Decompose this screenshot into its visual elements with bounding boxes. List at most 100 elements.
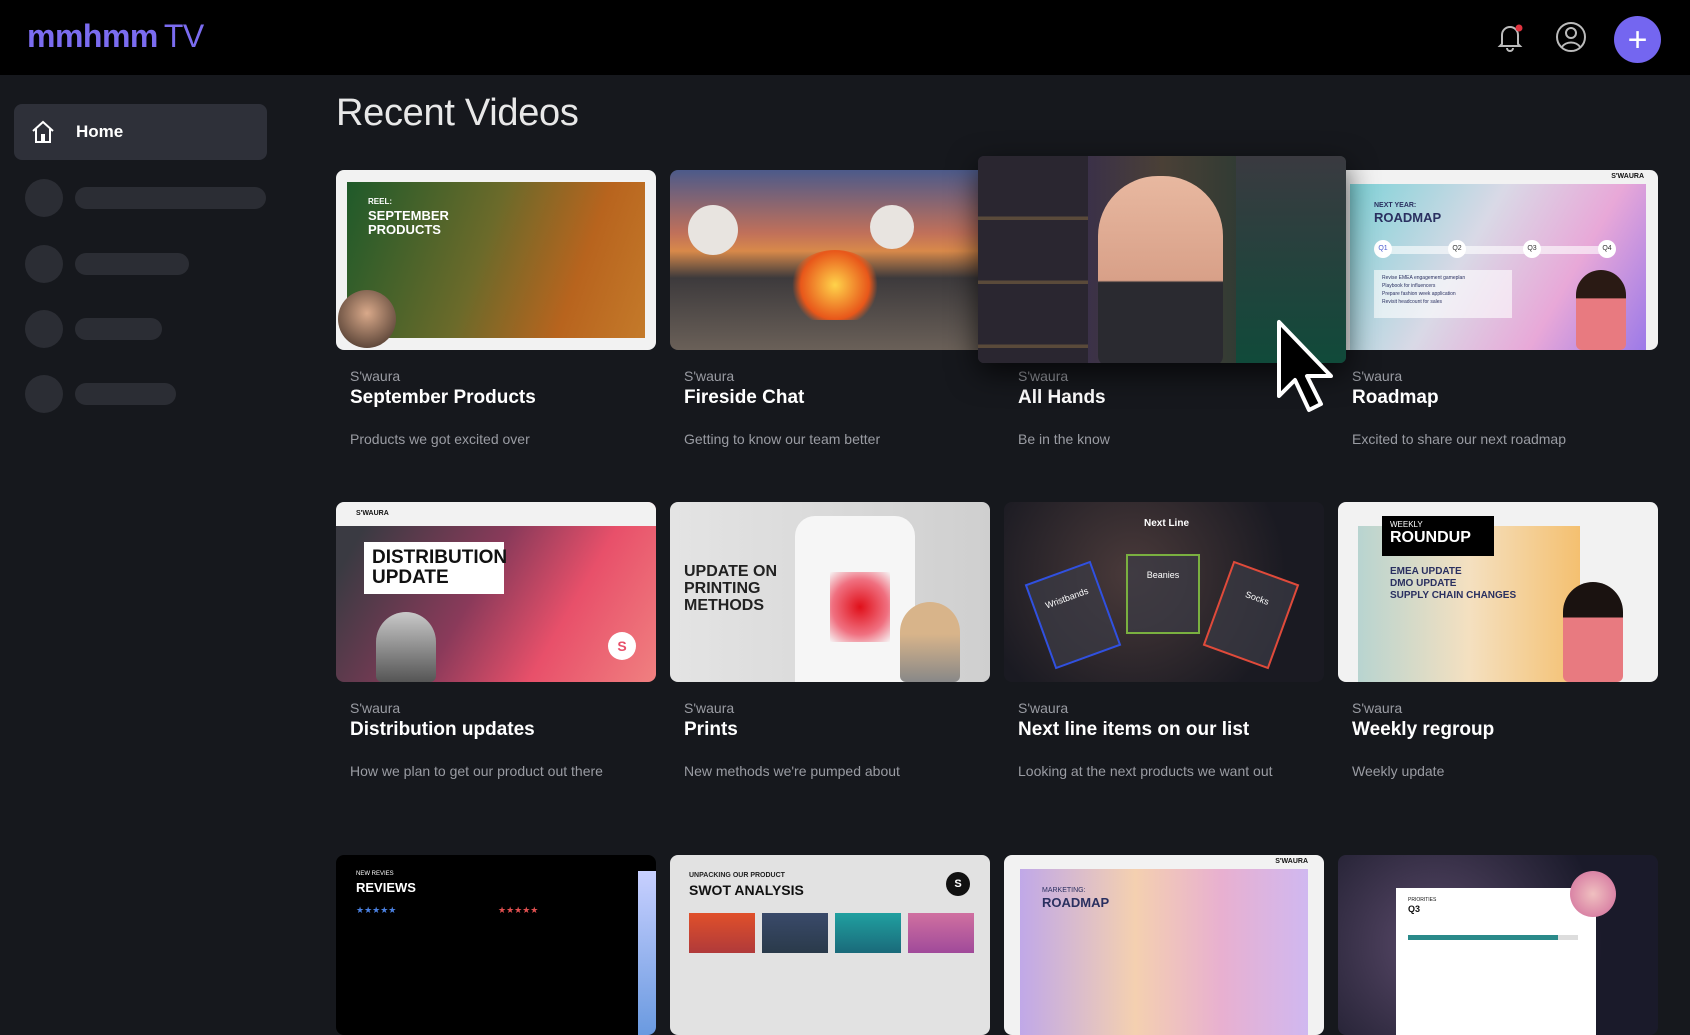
video-description: Getting to know our team better: [684, 431, 881, 447]
video-title[interactable]: Next line items on our list: [1018, 719, 1324, 741]
video-card[interactable]: S'WAURA DISTRIBUTION UPDATE S S'waura Dis…: [336, 502, 656, 779]
video-thumbnail[interactable]: [670, 170, 990, 350]
video-description: Be in the know: [1018, 431, 1110, 447]
thumb-text: WEEKLY: [1390, 520, 1423, 529]
plus-icon: +: [1627, 20, 1648, 59]
video-title[interactable]: Weekly regroup: [1352, 719, 1658, 741]
thumb-text: NEXT YEAR:: [1374, 202, 1417, 209]
skeleton-bar: [75, 253, 189, 275]
thumb-text: Q3: [1523, 240, 1541, 258]
video-thumbnail[interactable]: WEEKLY ROUNDUP EMEA UPDATE DMO UPDATE SUPP…: [1338, 502, 1658, 682]
add-button[interactable]: +: [1614, 16, 1661, 63]
home-icon: [32, 120, 54, 143]
video-card[interactable]: UNPACKING OUR PRODUCT SWOT ANALYSIS S: [670, 855, 990, 1035]
thumb-text: S'WAURA: [1611, 173, 1644, 180]
logo-tv: TV: [163, 18, 204, 54]
mouse-cursor-icon: [1277, 320, 1333, 412]
page-title: Recent Videos: [336, 92, 579, 134]
video-thumbnail[interactable]: S'WAURA DISTRIBUTION UPDATE S: [336, 502, 656, 682]
skeleton-avatar: [25, 310, 63, 348]
thumb-text: REVIEWS: [356, 880, 416, 895]
sidebar: Home: [0, 75, 290, 946]
channel-name: S'waura: [1352, 368, 1403, 384]
channel-name: S'waura: [1018, 700, 1069, 716]
video-title[interactable]: Roadmap: [1352, 387, 1658, 409]
video-card[interactable]: REEL: SEPTEMBER PRODUCTS S'waura Septembe…: [336, 170, 656, 447]
video-card[interactable]: S'WAURA NEXT YEAR: ROADMAP Q1 Q2 Q3 Q4 R…: [1338, 170, 1658, 447]
sidebar-item-home[interactable]: Home: [14, 104, 267, 160]
skeleton-avatar: [25, 179, 63, 217]
thumb-text: SWOT ANALYSIS: [689, 882, 804, 898]
video-title[interactable]: September Products: [350, 387, 656, 409]
logo-wordmark: mmhmm: [27, 18, 158, 54]
video-thumbnail[interactable]: UPDATE ON PRINTING METHODS: [670, 502, 990, 682]
thumb-text: Q1: [1374, 240, 1392, 258]
channel-name: S'waura: [684, 368, 735, 384]
video-title[interactable]: Fireside Chat: [684, 387, 990, 409]
video-thumbnail[interactable]: PRIORITIES Q3: [1338, 855, 1658, 1035]
channel-name: S'waura: [350, 700, 401, 716]
video-thumbnail[interactable]: Next Line Wristbands Beanies Socks: [1004, 502, 1324, 682]
video-card[interactable]: S'waura Fireside Chat Getting to know our …: [670, 170, 990, 447]
brand-seal-icon: S: [946, 872, 970, 896]
video-card[interactable]: WEEKLY ROUNDUP EMEA UPDATE DMO UPDATE SUPP…: [1338, 502, 1658, 779]
video-card[interactable]: UPDATE ON PRINTING METHODS S'waura Prints…: [670, 502, 990, 779]
thumb-text: UPDATE ON PRINTING METHODS: [684, 563, 778, 614]
video-thumbnail[interactable]: NEW REVIES REVIEWS ★★★★★ ★★★★★: [336, 855, 656, 1035]
video-title[interactable]: Distribution updates: [350, 719, 656, 741]
video-thumbnail[interactable]: S'WAURA MARKETING: ROADMAP: [1004, 855, 1324, 1035]
thumb-text: MARKETING:: [1042, 887, 1086, 894]
thumb-text: Q4: [1598, 240, 1616, 258]
video-card[interactable]: Next Line Wristbands Beanies Socks S'wau…: [1004, 502, 1324, 779]
thumb-text: REEL:: [368, 197, 392, 206]
thumb-text: Q3: [1408, 904, 1421, 914]
video-thumbnail[interactable]: S'WAURA NEXT YEAR: ROADMAP Q1 Q2 Q3 Q4 R…: [1338, 170, 1658, 350]
sidebar-item-label: Home: [76, 122, 124, 141]
thumb-text: NEW REVIES: [356, 871, 394, 877]
thumb-text: EMEA UPDATE: [1390, 566, 1462, 577]
thumb-text: Prepare fashion week application: [1382, 291, 1456, 297]
thumb-text: Q2: [1448, 240, 1466, 258]
skeleton-avatar: [25, 375, 63, 413]
video-card[interactable]: S'WAURA MARKETING: ROADMAP: [1004, 855, 1324, 1035]
thumb-text: ROADMAP: [1042, 895, 1110, 910]
video-description: Weekly update: [1352, 763, 1445, 779]
video-thumbnail[interactable]: REEL: SEPTEMBER PRODUCTS: [336, 170, 656, 350]
channel-name: S'waura: [684, 700, 735, 716]
app-logo[interactable]: mmhmm TV: [27, 18, 204, 55]
top-bar: mmhmm TV +: [0, 0, 1690, 75]
thumb-text: DISTRIBUTION UPDATE: [364, 542, 507, 594]
thumb-text: S'WAURA: [1275, 858, 1308, 865]
skeleton-bar: [75, 383, 176, 405]
presenter-avatar: [338, 290, 396, 348]
video-thumbnail[interactable]: UNPACKING OUR PRODUCT SWOT ANALYSIS S: [670, 855, 990, 1035]
video-title[interactable]: Prints: [684, 719, 990, 741]
video-description: Excited to share our next roadmap: [1352, 431, 1567, 447]
thumb-text: Playbook for influencers: [1382, 283, 1436, 289]
skeleton-bar: [75, 187, 266, 209]
video-card[interactable]: PRIORITIES Q3: [1338, 855, 1658, 1035]
thumb-text: SEPTEMBER PRODUCTS: [368, 208, 449, 237]
thumb-text: SUPPLY CHAIN CHANGES: [1390, 590, 1517, 601]
thumb-text: ROUNDUP: [1390, 529, 1471, 546]
thumb-text: UNPACKING OUR PRODUCT: [689, 872, 785, 879]
thumb-text: Next Line: [1144, 518, 1190, 529]
brand-seal-icon: S: [608, 632, 636, 660]
thumb-text: Wristbands: [1024, 560, 1122, 670]
account-icon[interactable]: [1553, 19, 1589, 55]
video-description: Looking at the next products we want out: [1018, 763, 1273, 779]
skeleton-avatar: [25, 245, 63, 283]
channel-name: S'waura: [350, 368, 401, 384]
video-description: New methods we're pumped about: [684, 763, 900, 779]
skeleton-bar: [75, 318, 162, 340]
thumb-text: ROADMAP: [1374, 210, 1442, 225]
video-card[interactable]: NEW REVIES REVIEWS ★★★★★ ★★★★★: [336, 855, 656, 1035]
thumb-text: Revisit headcount for sales: [1382, 299, 1443, 305]
notifications-bell-icon[interactable]: [1492, 19, 1528, 55]
channel-name: S'waura: [1352, 700, 1403, 716]
thumb-text: PRIORITIES: [1408, 897, 1437, 903]
thumb-text: Beanies: [1126, 554, 1200, 634]
thumb-text: Socks: [1202, 560, 1300, 670]
video-description: Products we got excited over: [350, 431, 530, 447]
thumb-text: S'WAURA: [356, 510, 389, 517]
